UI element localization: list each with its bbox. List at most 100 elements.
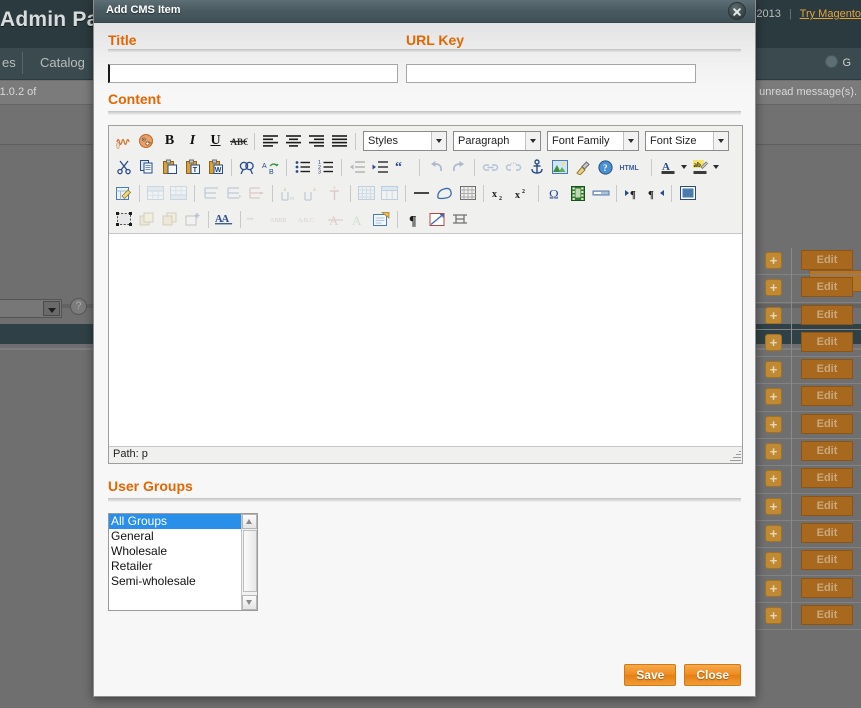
expand-row-button[interactable]: + [765,470,782,488]
cut-icon[interactable] [113,157,134,178]
styles-select[interactable]: Styles [363,131,447,151]
editor-resize-grip[interactable] [729,450,741,462]
ltr-icon[interactable]: ¶ [622,183,643,204]
nav-item-0[interactable]: es [0,55,28,70]
user-group-option[interactable]: Semi-wholesale [109,574,257,589]
expand-row-button[interactable]: + [765,443,782,461]
expand-row-button[interactable]: + [765,361,782,379]
close-button[interactable]: Close [684,664,741,686]
expand-row-button[interactable]: + [765,306,782,324]
background-color-dropdown-arrow-icon[interactable] [711,157,720,178]
bullet-list-icon[interactable] [292,157,313,178]
user-groups-listbox[interactable]: All Groups General Wholesale Retailer Se… [108,513,258,611]
user-group-option[interactable]: Wholesale [109,544,257,559]
layer-forward-icon[interactable] [136,209,157,230]
edit-button[interactable]: Edit [801,250,853,270]
expand-row-button[interactable]: + [765,252,782,269]
insert-layer-icon[interactable] [182,209,203,230]
edit-button[interactable]: Edit [801,331,853,352]
attributes-icon[interactable] [371,209,392,230]
edit-button[interactable]: Edit [801,359,853,380]
edit-button[interactable]: Edit [801,522,853,543]
edit-button[interactable]: Edit [801,386,853,407]
edit-button[interactable]: Edit [801,604,853,625]
acronym-icon[interactable]: A.B.C. [297,209,323,230]
urlkey-input[interactable] [406,64,696,83]
paste-word-icon[interactable]: W [205,157,226,178]
insert-variable-icon[interactable]: {} [113,131,134,152]
edit-button[interactable]: Edit [801,304,853,325]
italic-icon[interactable]: I [182,131,203,152]
user-groups-scrollbar[interactable] [241,514,257,610]
subscript-icon[interactable]: x 2 [489,183,510,204]
remove-format-icon[interactable] [434,183,455,204]
scrollbar-thumb[interactable] [243,530,257,592]
page-break-icon[interactable] [590,183,611,204]
insert-col-before-icon[interactable] [223,183,244,204]
insert-row-after-icon[interactable] [168,183,189,204]
user-group-option[interactable]: All Groups [109,514,257,529]
expand-row-button[interactable]: + [765,524,782,542]
expand-row-button[interactable]: + [765,497,782,515]
link-icon[interactable] [480,157,501,178]
rtl-icon[interactable]: ¶ [645,183,666,204]
nonbreaking-icon[interactable] [426,209,447,230]
expand-row-button[interactable]: + [765,388,782,406]
insert-date-icon[interactable] [449,209,470,230]
superscript-icon[interactable]: x 2 [512,183,533,204]
font-size-select[interactable]: Font Size [645,131,729,151]
special-char-icon[interactable]: Ω [544,183,565,204]
align-left-icon[interactable] [260,131,281,152]
image-icon[interactable] [549,157,570,178]
horizontal-rule-icon[interactable] [411,183,432,204]
help-circle-icon[interactable]: ? [70,298,87,315]
citation-icon[interactable]: “” [246,209,267,230]
select-all-icon[interactable] [113,209,134,230]
copy-icon[interactable] [136,157,157,178]
delete-row-icon[interactable] [200,183,221,204]
expand-row-button[interactable]: + [765,279,782,297]
visual-chars-icon[interactable]: ¶ [403,209,424,230]
expand-row-button[interactable]: + [765,606,782,624]
fullscreen-icon[interactable] [677,183,698,204]
background-color-icon[interactable]: ab [689,157,710,178]
html-icon[interactable]: HTML [618,157,646,178]
try-magento-link[interactable]: Try Magento [800,8,861,20]
format-select[interactable]: Paragraph [453,131,541,151]
unlink-icon[interactable] [503,157,524,178]
cell-props-icon[interactable] [379,183,400,204]
nav-item-catalog[interactable]: Catalog [28,55,97,70]
bold-icon[interactable]: B [159,131,180,152]
expand-row-button[interactable]: + [765,552,782,570]
edit-button[interactable]: Edit [801,495,853,516]
user-group-option[interactable]: Retailer [109,559,257,574]
insert-row-before-icon[interactable] [145,183,166,204]
align-right-icon[interactable] [306,131,327,152]
edit-button[interactable]: Edit [801,441,853,462]
save-button[interactable]: Save [624,664,677,686]
align-center-icon[interactable] [283,131,304,152]
toggle-guides-icon[interactable] [457,183,478,204]
layer-backward-icon[interactable] [159,209,180,230]
align-justify-icon[interactable] [329,131,350,152]
anchor-icon[interactable] [526,157,547,178]
outdent-icon[interactable] [347,157,368,178]
paste-icon[interactable] [159,157,180,178]
expand-row-button[interactable]: + [765,333,782,351]
merge-cells-icon[interactable] [324,183,345,204]
split-cells-icon[interactable] [301,183,322,204]
store-switcher-select[interactable] [0,299,62,318]
edit-button[interactable]: Edit [801,550,853,571]
global-search[interactable]: G [825,55,851,69]
edit-button[interactable]: Edit [801,413,853,434]
abbreviation-icon[interactable]: ABBR [269,209,295,230]
undo-icon[interactable] [425,157,446,178]
expand-row-button[interactable]: + [765,415,782,433]
expand-row-button[interactable]: + [765,579,782,597]
insert-widget-icon[interactable] [136,131,157,152]
scroll-up-icon[interactable] [242,514,257,529]
text-color-icon[interactable]: A [657,157,678,178]
help-icon[interactable]: ? [595,157,616,178]
blockquote-icon[interactable]: “ [393,157,414,178]
delete-text-icon[interactable]: A [325,209,346,230]
